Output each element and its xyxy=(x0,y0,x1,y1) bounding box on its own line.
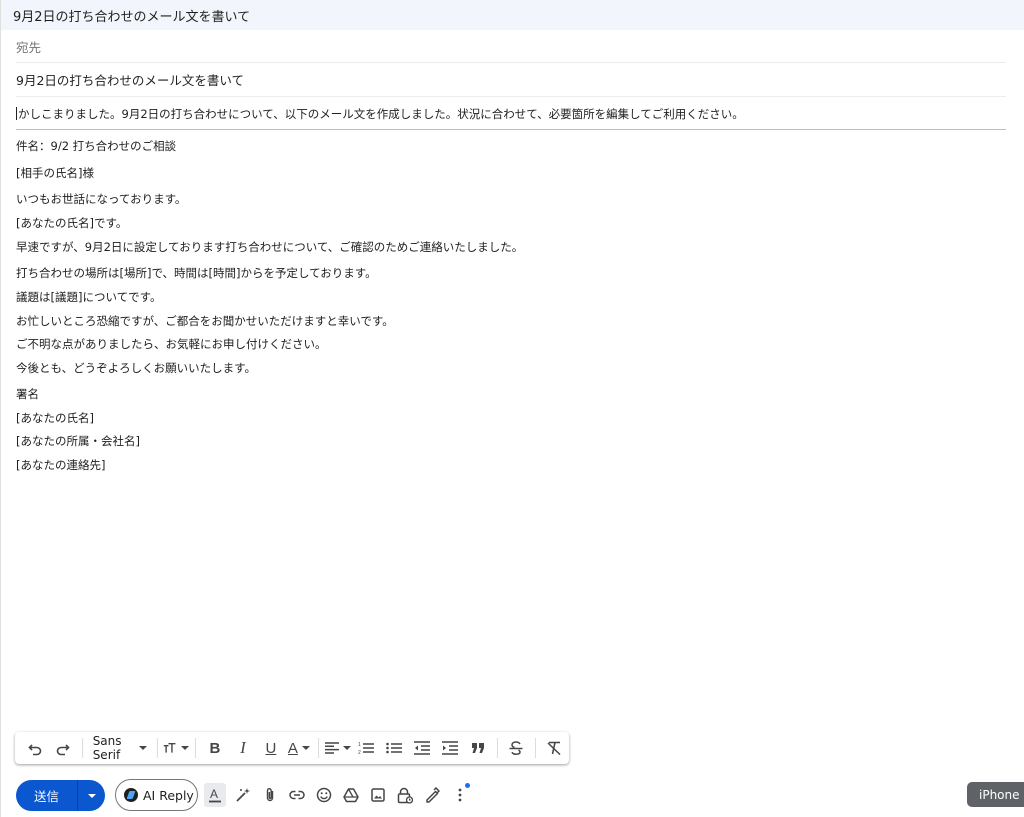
text-size-icon[interactable] xyxy=(163,736,190,760)
to-placeholder: 宛先 xyxy=(16,39,42,55)
body-line: [あなたの氏名] xyxy=(16,411,94,425)
confidential-mode-icon[interactable] xyxy=(394,783,416,807)
bulleted-list-icon[interactable] xyxy=(381,736,407,760)
body-line: [相手の氏名]様 xyxy=(16,166,94,180)
compose-title-bar[interactable]: 9月2日の打ち合わせのメール文を書いて xyxy=(1,0,1024,30)
link-icon[interactable] xyxy=(286,783,308,807)
body-line: いつもお世話になっております。 xyxy=(16,192,187,206)
toolbar-divider xyxy=(82,738,83,758)
indent-less-icon[interactable] xyxy=(409,736,435,760)
body-line: 件名：9/2 打ち合わせのご相談 xyxy=(16,139,177,153)
more-options-icon[interactable] xyxy=(449,783,471,807)
ai-reply-logo-icon xyxy=(124,788,138,802)
body-line: 今後とも、どうぞよろしくお願いいたします。 xyxy=(16,361,257,375)
send-button-group: 送信 xyxy=(16,780,105,811)
schedule-send-dropdown[interactable] xyxy=(78,780,105,811)
strikethrough-icon[interactable] xyxy=(503,736,529,760)
toolbar-divider xyxy=(496,738,498,758)
align-icon[interactable] xyxy=(324,736,351,760)
subject-value: 9月2日の打ち合わせのメール文を書いて xyxy=(16,73,245,88)
indent-more-icon[interactable] xyxy=(437,736,463,760)
iphone-mirroring-tooltip: iPhone ミ xyxy=(967,782,1024,807)
formatting-options-icon[interactable]: A xyxy=(204,783,226,807)
numbered-list-icon[interactable]: 12 xyxy=(353,736,379,760)
toolbar-divider xyxy=(317,738,319,758)
ai-reply-label: AI Reply xyxy=(143,787,194,803)
undo-icon[interactable] xyxy=(22,736,48,760)
compose-window: 9月2日の打ち合わせのメール文を書いて 宛先 9月2日の打ち合わせのメール文を書… xyxy=(0,0,1024,817)
body-line: [あなたの所属・会社名] xyxy=(16,434,140,448)
text-cursor xyxy=(16,107,17,120)
body-line: 早速ですが、9月2日に設定しております打ち合わせについて、ご確認のためご連絡いた… xyxy=(16,240,524,254)
ai-reply-button[interactable]: AI Reply xyxy=(115,779,198,811)
svg-text:1: 1 xyxy=(358,742,361,748)
drive-icon[interactable] xyxy=(340,783,362,807)
send-button[interactable]: 送信 xyxy=(16,780,77,811)
bold-icon[interactable]: B xyxy=(202,736,228,760)
body-line: お忙しいところ恐縮ですが、ご都合をお聞かせいただけますと幸いです。 xyxy=(16,314,394,328)
redo-icon[interactable] xyxy=(50,736,76,760)
chevron-down-icon xyxy=(87,793,96,798)
chevron-down-icon xyxy=(138,746,147,750)
photo-icon[interactable] xyxy=(367,783,389,807)
body-line: 議題は[議題]についてです。 xyxy=(16,290,162,304)
underline-icon[interactable]: U xyxy=(258,736,284,760)
body-line: 署名 xyxy=(16,387,39,401)
magic-wand-icon[interactable] xyxy=(232,783,254,807)
body-line: [あなたの連絡先] xyxy=(16,458,106,472)
italic-icon[interactable]: I xyxy=(230,736,256,760)
formatting-toolbar: Sans Serif B I U A 12 xyxy=(15,732,569,764)
toolbar-divider xyxy=(156,738,158,758)
emoji-icon[interactable] xyxy=(313,783,335,807)
svg-text:A: A xyxy=(210,787,218,801)
chevron-down-icon xyxy=(342,746,351,750)
toolbar-divider xyxy=(535,738,536,758)
compose-title: 9月2日の打ち合わせのメール文を書いて xyxy=(13,9,251,25)
text-color-icon[interactable]: A xyxy=(286,736,312,760)
remove-formatting-icon[interactable] xyxy=(542,736,568,760)
chevron-down-icon xyxy=(181,746,190,750)
body-line: 打ち合わせの場所は[場所]で、時間は[時間]からを予定しております。 xyxy=(16,266,377,280)
font-family-select[interactable]: Sans Serif xyxy=(89,734,151,762)
body-intro-line: かしこまりました。9月2日の打ち合わせについて、以下のメール文を作成しました。状… xyxy=(16,98,1006,130)
subject-field[interactable]: 9月2日の打ち合わせのメール文を書いて xyxy=(16,63,1006,97)
message-body[interactable]: かしこまりました。9月2日の打ち合わせについて、以下のメール文を作成しました。状… xyxy=(16,98,1006,472)
svg-text:2: 2 xyxy=(358,750,361,755)
signature-icon[interactable] xyxy=(421,783,443,807)
attach-icon[interactable] xyxy=(259,783,281,807)
font-family-value: Sans Serif xyxy=(92,734,122,762)
toolbar-divider xyxy=(195,738,196,758)
to-field[interactable]: 宛先 xyxy=(16,30,1006,63)
chevron-down-icon xyxy=(301,746,310,750)
notification-dot xyxy=(465,783,470,788)
compose-action-bar: 送信 AI Reply A xyxy=(1,776,1024,814)
quote-icon[interactable] xyxy=(465,736,491,760)
body-line: ご不明な点がありましたら、お気軽にお申し付けください。 xyxy=(16,337,327,351)
body-line: [あなたの氏名]です。 xyxy=(16,216,128,230)
